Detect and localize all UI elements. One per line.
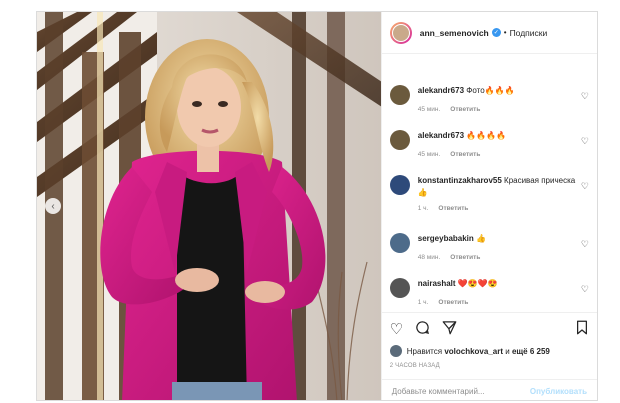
post-actions: ♡ Нравится volochkova_art и ещё 6 259 2 (381, 312, 597, 369)
comment-body: 👍 (476, 234, 486, 243)
liker-username[interactable]: volochkova_art (444, 347, 503, 356)
verified-icon: ✓ (491, 28, 501, 37)
commenter-username[interactable]: konstantinzakharov55 (418, 176, 502, 185)
comment-text: sergeybabakin 👍 (418, 233, 576, 245)
reply-button[interactable]: Ответить (450, 106, 480, 113)
post-photo[interactable]: ‹ (37, 12, 381, 400)
author-username[interactable]: ann_semenovich (420, 28, 489, 38)
commenter-avatar[interactable] (389, 233, 410, 253)
post-header: ann_semenovich ✓ • Подписки (381, 12, 597, 54)
comment-text: alekandr673 🔥🔥🔥🔥 (418, 130, 576, 142)
comment-text: konstantinzakharov55 Красивая прическа👍 (418, 175, 576, 199)
liker-avatar[interactable] (389, 345, 402, 357)
comment-input[interactable]: Добавьте комментарий... (392, 387, 530, 396)
comment-time: 1 ч. (417, 299, 429, 306)
post-sidebar: ann_semenovich ✓ • Подписки alekandr673 … (380, 12, 597, 400)
heart-icon[interactable]: ♡ (581, 136, 589, 147)
heart-icon[interactable]: ♡ (390, 320, 403, 338)
comment-item: nairashalt ❤️😍❤️😍 1 ч. Ответить ♡ (389, 278, 589, 306)
likes-summary: Нравится volochkova_art и ещё 6 259 (389, 345, 589, 357)
author-avatar[interactable] (389, 21, 412, 44)
publish-button[interactable]: Опубликовать (530, 387, 587, 396)
comment-time: 1 ч. (417, 205, 429, 212)
comment-icon[interactable] (415, 320, 430, 339)
page: ‹ ann_semenovich ✓ • Подписки alekandr67… (0, 0, 620, 403)
likes-and: и (505, 346, 510, 356)
comment-body: ❤️😍❤️😍 (457, 279, 498, 288)
chevron-left-icon[interactable]: ‹ (45, 198, 61, 214)
add-comment-bar: Добавьте комментарий... Опубликовать (381, 379, 597, 400)
comment-body: Фото🔥🔥🔥 (466, 86, 515, 95)
reply-button[interactable]: Ответить (450, 254, 480, 261)
comment-body: 🔥🔥🔥🔥 (466, 131, 507, 140)
comments-list[interactable]: alekandr673 Фото🔥🔥🔥 45 мин. Ответить ♡ al… (382, 55, 597, 310)
following-button[interactable]: Подписки (510, 28, 548, 38)
commenter-avatar[interactable] (389, 175, 410, 195)
comment-text: nairashalt ❤️😍❤️😍 (418, 278, 576, 290)
comment-text: alekandr673 Фото🔥🔥🔥 (418, 85, 576, 97)
comment-time: 45 мин. (417, 106, 441, 113)
commenter-avatar[interactable] (389, 278, 410, 298)
commenter-username[interactable]: nairashalt (418, 279, 456, 288)
commenter-username[interactable]: sergeybabakin (418, 234, 474, 243)
heart-icon[interactable]: ♡ (581, 284, 589, 295)
comment-time: 45 мин. (417, 151, 441, 158)
comment-item: konstantinzakharov55 Красивая прическа👍 … (389, 175, 589, 212)
heart-icon[interactable]: ♡ (581, 239, 589, 250)
reply-button[interactable]: Ответить (450, 151, 480, 158)
comment-time: 48 мин. (417, 254, 441, 261)
commenter-avatar[interactable] (389, 130, 410, 150)
commenter-username[interactable]: alekandr673 (418, 131, 464, 140)
comment-item: alekandr673 🔥🔥🔥🔥 45 мин. Ответить ♡ (389, 130, 589, 158)
likes-prefix: Нравится (406, 346, 443, 356)
commenter-avatar[interactable] (389, 85, 410, 105)
bookmark-icon[interactable] (575, 320, 589, 339)
reply-button[interactable]: Ответить (438, 205, 468, 212)
comment-item: sergeybabakin 👍 48 мин. Ответить ♡ (389, 233, 589, 261)
reply-button[interactable]: Ответить (438, 299, 468, 306)
instagram-post: ‹ ann_semenovich ✓ • Подписки alekandr67… (36, 11, 598, 401)
heart-icon[interactable]: ♡ (581, 181, 589, 192)
heart-icon[interactable]: ♡ (581, 91, 589, 102)
share-icon[interactable] (442, 320, 457, 339)
post-timestamp[interactable]: 2 ЧАСОВ НАЗАД (390, 363, 589, 369)
likes-count[interactable]: ещё 6 259 (512, 347, 550, 356)
photo-illustration (37, 12, 381, 400)
separator-dot: • (503, 28, 507, 37)
commenter-username[interactable]: alekandr673 (418, 86, 464, 95)
comment-item: alekandr673 Фото🔥🔥🔥 45 мин. Ответить ♡ (389, 85, 589, 113)
